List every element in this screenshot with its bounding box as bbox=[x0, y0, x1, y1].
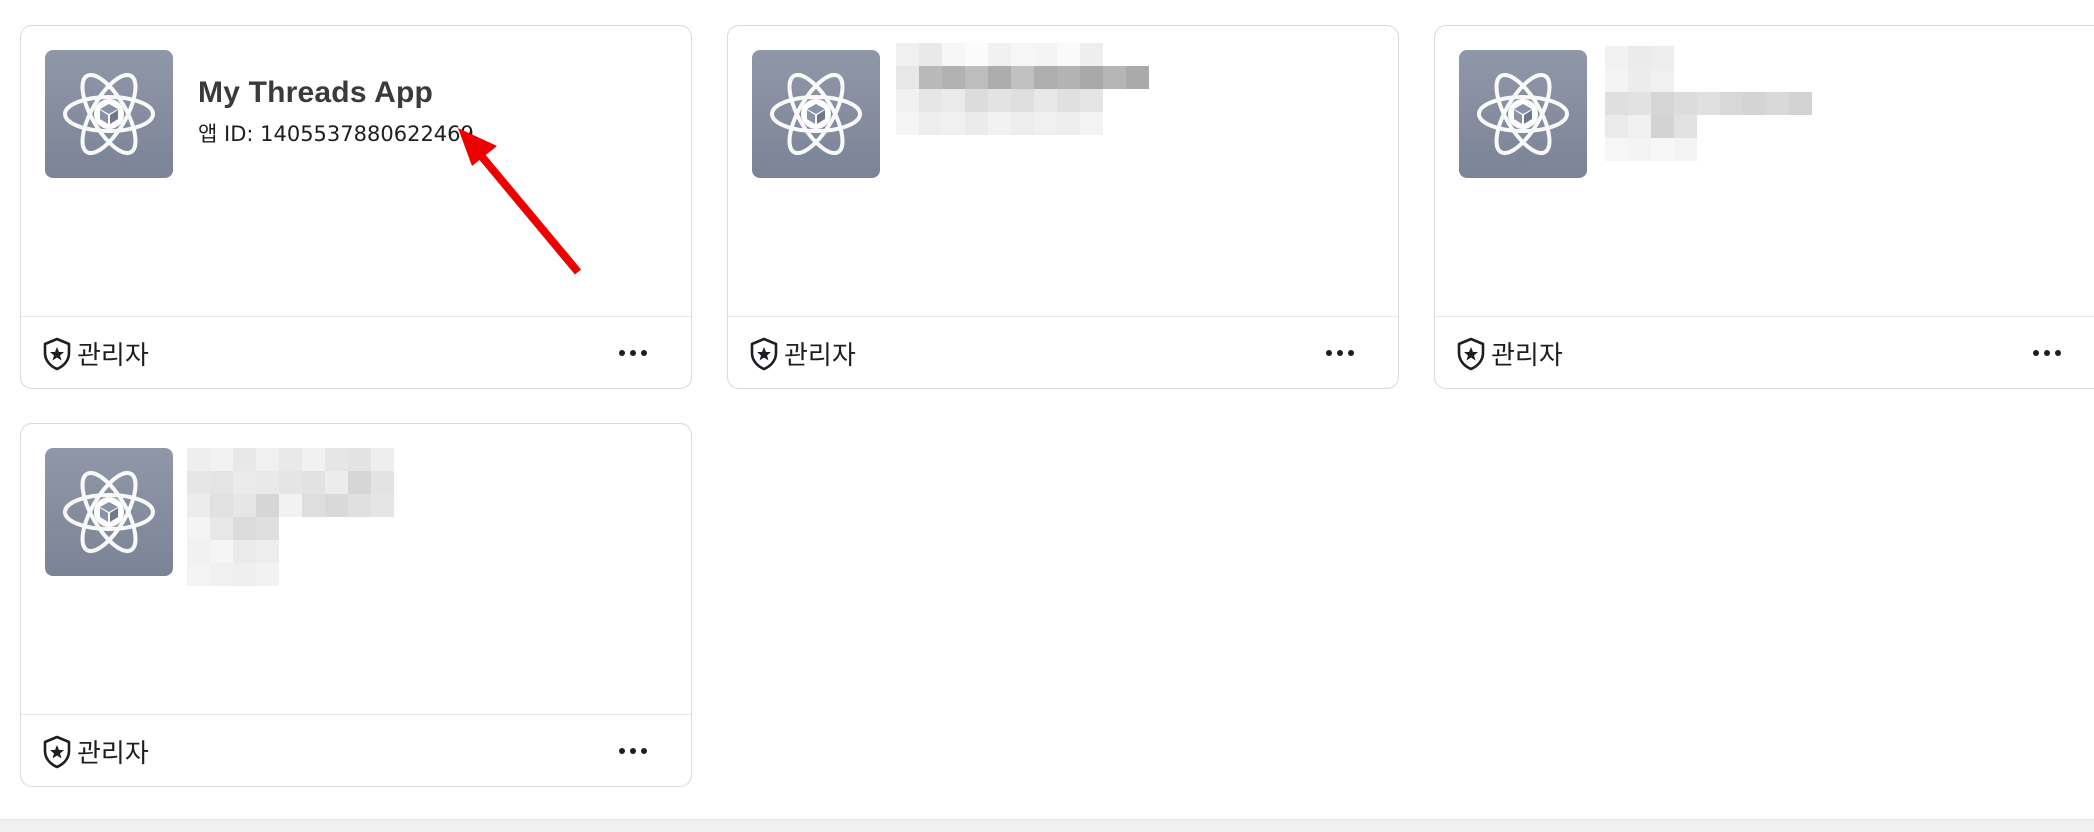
card-footer: 관리자 bbox=[728, 317, 1398, 388]
redacted-app-details bbox=[896, 43, 1172, 135]
role-badge: 관리자 bbox=[748, 335, 856, 372]
app-id: 앱 ID: 1405537880622469 bbox=[198, 122, 474, 146]
more-options-button[interactable] bbox=[2025, 331, 2069, 375]
more-options-button[interactable] bbox=[611, 729, 655, 773]
app-card-header[interactable]: My Threads App 앱 ID: 1405537880622469 bbox=[21, 26, 691, 316]
app-icon bbox=[1459, 50, 1587, 178]
shield-star-icon bbox=[41, 735, 73, 769]
redacted-app-details bbox=[1605, 46, 1812, 161]
card-footer: 관리자 bbox=[1435, 317, 2094, 388]
atom-cube-icon bbox=[63, 72, 155, 156]
card-footer: 관리자 bbox=[21, 715, 691, 786]
more-horizontal-icon bbox=[619, 748, 647, 754]
shield-star-icon bbox=[1455, 337, 1487, 371]
role-badge: 관리자 bbox=[41, 733, 149, 770]
app-card[interactable]: 관리자 bbox=[1434, 25, 2094, 389]
redacted-app-details bbox=[187, 448, 463, 586]
role-badge: 관리자 bbox=[1455, 335, 1563, 372]
app-icon bbox=[752, 50, 880, 178]
bottom-scroll-edge bbox=[0, 819, 2094, 832]
role-label: 관리자 bbox=[1491, 341, 1563, 371]
app-card-header[interactable] bbox=[1435, 26, 2094, 316]
more-horizontal-icon bbox=[1326, 350, 1354, 356]
app-card[interactable]: 관리자 bbox=[727, 25, 1399, 389]
more-options-button[interactable] bbox=[611, 331, 655, 375]
more-horizontal-icon bbox=[619, 350, 647, 356]
more-horizontal-icon bbox=[2033, 350, 2061, 356]
app-card-header[interactable] bbox=[728, 26, 1398, 316]
role-badge: 관리자 bbox=[41, 335, 149, 372]
role-label: 관리자 bbox=[784, 341, 856, 371]
app-icon bbox=[45, 448, 173, 576]
shield-star-icon bbox=[748, 337, 780, 371]
app-icon bbox=[45, 50, 173, 178]
app-card[interactable]: 관리자 bbox=[20, 423, 692, 787]
role-label: 관리자 bbox=[77, 739, 149, 769]
app-list-page: My Threads App 앱 ID: 1405537880622469 관리… bbox=[0, 0, 2094, 832]
atom-cube-icon bbox=[63, 470, 155, 554]
role-label: 관리자 bbox=[77, 341, 149, 371]
card-footer: 관리자 bbox=[21, 317, 691, 388]
shield-star-icon bbox=[41, 337, 73, 371]
atom-cube-icon bbox=[1477, 72, 1569, 156]
atom-cube-icon bbox=[770, 72, 862, 156]
app-name[interactable]: My Threads App bbox=[198, 76, 433, 110]
more-options-button[interactable] bbox=[1318, 331, 1362, 375]
app-card[interactable]: My Threads App 앱 ID: 1405537880622469 관리… bbox=[20, 25, 692, 389]
app-card-header[interactable] bbox=[21, 424, 691, 714]
